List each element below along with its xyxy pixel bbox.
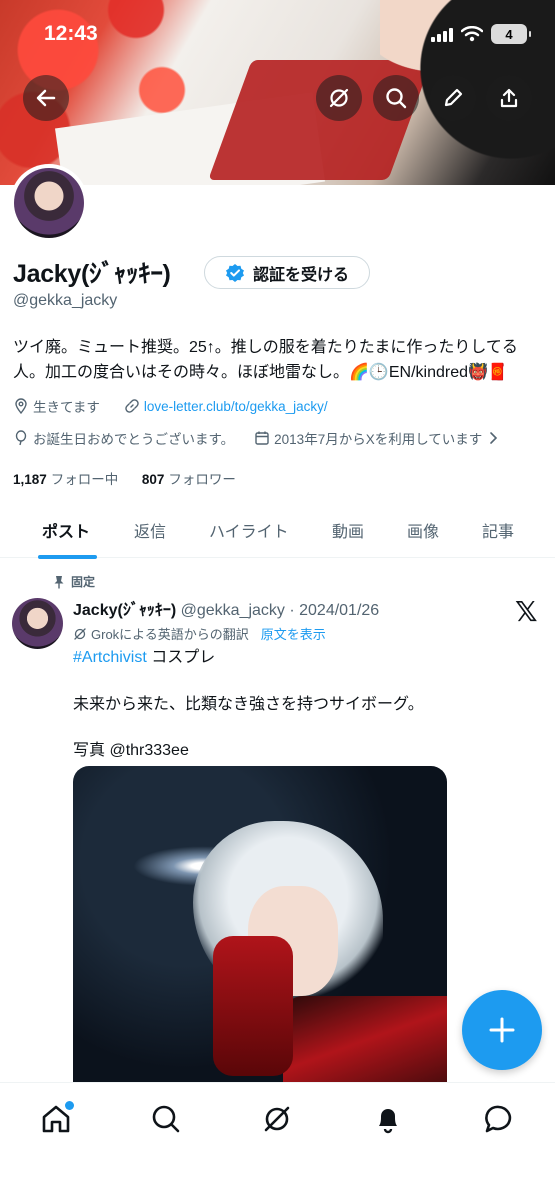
chevron-right-icon[interactable] xyxy=(486,431,500,445)
profile-meta-row-2: お誕生日おめでとうございます。 2013年7月からXを利用しています xyxy=(13,428,500,448)
profile-location: 生きてます xyxy=(33,400,100,415)
share-icon xyxy=(500,88,518,108)
grok-icon xyxy=(329,88,349,108)
post-text-line-2: 未来から来た、比類なき強さを持つサイボーグ。 xyxy=(73,696,424,713)
nav-home[interactable] xyxy=(38,1101,74,1137)
post-author-handle-date: @gekka_jacky · 2024/01/26 xyxy=(180,602,380,619)
signal-icon xyxy=(431,26,453,42)
back-button[interactable] xyxy=(23,75,69,121)
back-arrow-icon xyxy=(36,89,56,107)
status-bar: 12:43 4 xyxy=(0,22,555,52)
post-hashtag[interactable]: #Artchivist xyxy=(73,649,147,666)
get-verified-label: 認証を受ける xyxy=(252,266,349,284)
pen-icon xyxy=(444,88,463,107)
profile-meta-row-1: 生きてます love-letter.club/to/gekka_jacky/ xyxy=(13,396,328,416)
verified-badge-icon xyxy=(225,263,244,282)
post-header: Jacky(ｼﾞｬｯｷｰ) @gekka_jacky · 2024/01/26 xyxy=(73,596,379,620)
status-time: 12:43 xyxy=(44,22,98,45)
search-icon xyxy=(152,1105,180,1133)
grok-button[interactable] xyxy=(316,75,362,121)
post-author-name[interactable]: Jacky(ｼﾞｬｯｷｰ) xyxy=(73,602,176,619)
translation-note: Grokによる英語からの翻訳 原文を表示 xyxy=(73,624,326,643)
message-icon xyxy=(485,1105,512,1133)
translation-label: Grokによる英語からの翻訳 xyxy=(91,627,249,642)
profile-birthday: お誕生日おめでとうございます。 xyxy=(33,432,235,447)
tab-replies[interactable]: 返信 xyxy=(134,518,166,542)
compose-button[interactable] xyxy=(462,990,542,1070)
profile-handle: @gekka_jacky xyxy=(13,292,118,309)
profile-joined: 2013年7月からXを利用しています xyxy=(274,432,483,447)
followers-count: 807 xyxy=(141,472,165,487)
bell-icon xyxy=(379,1109,397,1134)
pin-icon xyxy=(54,575,64,588)
tab-articles[interactable]: 記事 xyxy=(482,518,514,542)
avatar xyxy=(14,168,84,238)
profile-tabs: ポスト 返信 ハイライト 動画 画像 記事 xyxy=(0,498,555,558)
bio-line-1: ツイ廃。ミュート推奨。25↑。推しの服を着たりたまに作ったりしてる xyxy=(13,339,518,356)
show-original-link[interactable]: 原文を表示 xyxy=(261,624,326,643)
active-tab-indicator xyxy=(38,555,97,559)
nav-messages[interactable] xyxy=(481,1101,517,1137)
profile-bio: ツイ廃。ミュート推奨。25↑。推しの服を着たりたまに作ったりしてる 人。加工の度… xyxy=(13,335,543,385)
share-button[interactable] xyxy=(486,75,532,121)
tab-posts[interactable]: ポスト xyxy=(42,518,90,542)
grok-icon xyxy=(264,1106,290,1132)
home-notification-dot xyxy=(65,1101,74,1110)
followers-link[interactable]: 807 フォロワー xyxy=(142,472,236,487)
bio-line-2: 人。加工の度合いはその時々。ほぼ地雷なし。🌈🕒EN/kindred👹🧧 xyxy=(13,364,508,381)
following-label: フォロー中 xyxy=(50,472,119,487)
link-icon xyxy=(125,399,139,413)
profile-avatar[interactable] xyxy=(10,164,88,242)
nav-notifications[interactable] xyxy=(370,1101,406,1137)
tab-images[interactable]: 画像 xyxy=(407,518,439,542)
pinned-label: 固定 xyxy=(53,573,95,590)
battery-icon: 4 xyxy=(491,24,531,44)
tab-videos[interactable]: 動画 xyxy=(332,518,364,542)
grok-icon xyxy=(74,627,86,640)
edit-button[interactable] xyxy=(430,75,476,121)
plus-icon xyxy=(489,1017,515,1043)
post-text-line-1: #Artchivist コスプレ xyxy=(73,647,543,669)
search-button[interactable] xyxy=(373,75,419,121)
tab-highlights[interactable]: ハイライト xyxy=(209,518,289,542)
x-logo-icon[interactable]: 𝕏 xyxy=(515,595,538,628)
pinned-text: 固定 xyxy=(71,575,96,589)
profile-website-link[interactable]: love-letter.club/to/gekka_jacky/ xyxy=(144,399,328,414)
following-link[interactable]: 1,187 フォロー中 xyxy=(13,472,118,487)
profile-name: Jacky(ｼﾞｬｯｷｰ) xyxy=(13,260,171,288)
get-verified-button[interactable]: 認証を受ける xyxy=(204,256,370,289)
image-jacket xyxy=(283,996,447,1086)
post-text-after-tag: コスプレ xyxy=(146,649,216,666)
nav-search[interactable] xyxy=(148,1101,184,1137)
wifi-icon xyxy=(461,26,483,42)
balloon-icon xyxy=(15,430,27,446)
calendar-icon xyxy=(255,431,269,445)
post-author-avatar[interactable] xyxy=(12,598,63,649)
nav-grok[interactable] xyxy=(259,1101,295,1137)
post-image[interactable] xyxy=(73,766,447,1086)
following-count: 1,187 xyxy=(13,472,47,487)
bottom-navigation xyxy=(0,1082,555,1200)
search-icon xyxy=(386,88,407,109)
post-text-line-3: 写真 @thr333ee xyxy=(73,742,189,759)
image-hand xyxy=(213,936,293,1076)
followers-label: フォロワー xyxy=(168,472,236,487)
location-icon xyxy=(15,398,27,414)
follow-stats: 1,187 フォロー中 807 フォロワー xyxy=(13,468,236,488)
battery-level: 4 xyxy=(505,26,513,42)
